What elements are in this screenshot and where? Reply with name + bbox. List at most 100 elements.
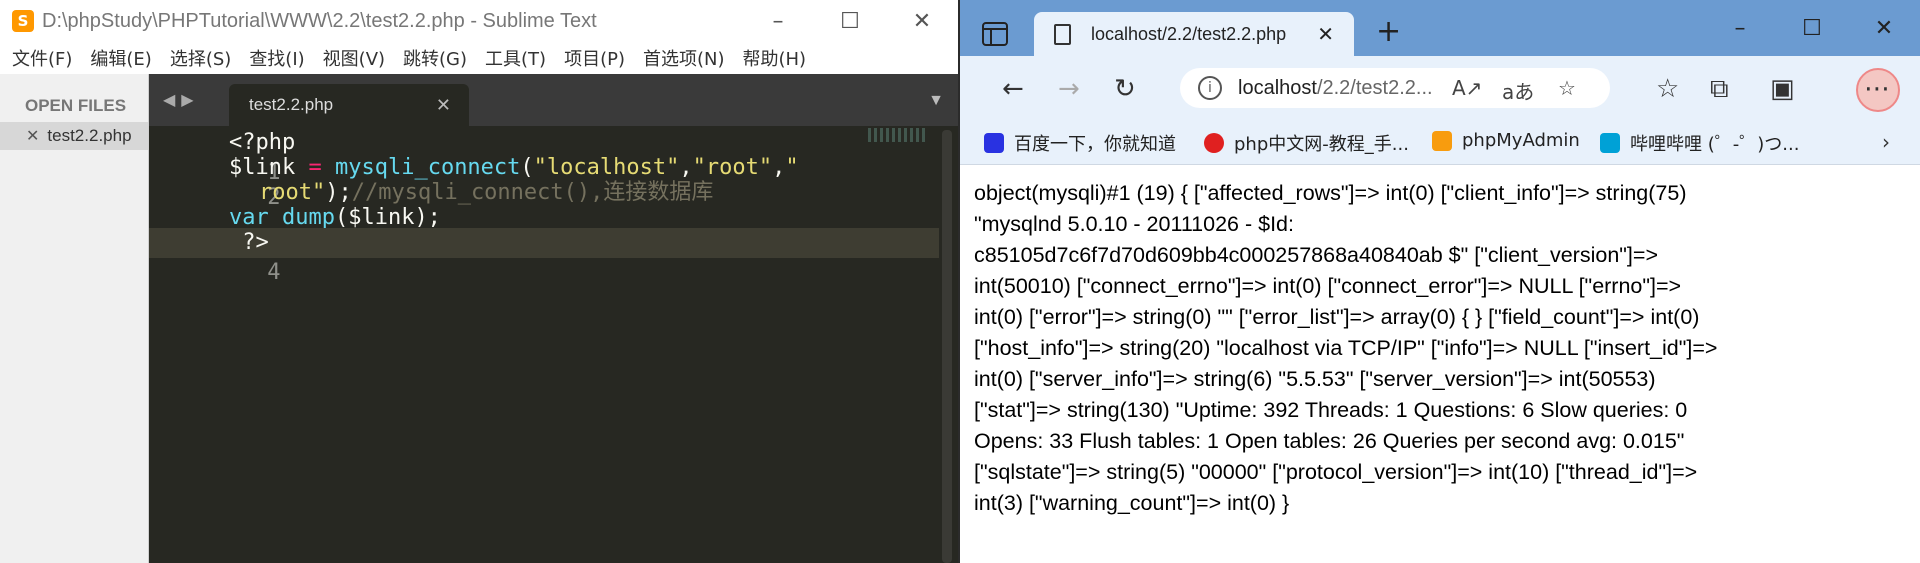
code-token: ); (325, 180, 352, 205)
open-files-header: OPEN FILES (25, 96, 127, 115)
output-line: ["stat"]=> string(130) "Uptime: 392 Thre… (974, 398, 1688, 422)
browser-toolbar: ← → ↻ i localhost/2.2/test2.2... A↗ aあ ☆… (960, 56, 1920, 120)
favorite-phpmyadmin[interactable]: phpMyAdmin (1432, 130, 1580, 151)
close-icon[interactable]: ✕ (1848, 0, 1920, 56)
maximize-icon[interactable]: ☐ (814, 0, 886, 42)
favorite-label: php中文网-教程_手... (1234, 134, 1409, 155)
favorite-baidu[interactable]: 百度一下，你就知道 (984, 130, 1176, 156)
code-token: $link (229, 155, 296, 180)
sublime-window: S D:\phpStudy\PHPTutorial\WWW\2.2\test2.… (0, 0, 958, 563)
menu-view[interactable]: 视图(V) (323, 45, 385, 71)
bilibili-icon (1600, 133, 1620, 153)
refresh-icon[interactable]: ↻ (1114, 74, 1136, 104)
tab-close-icon[interactable]: ✕ (436, 95, 451, 116)
code-token: , (679, 155, 693, 180)
url-host: localhost (1238, 76, 1317, 99)
menu-find[interactable]: 查找(I) (249, 45, 304, 71)
output-line: int(50010) ["connect_errno"]=> int(0) ["… (974, 274, 1682, 298)
page-icon (1054, 23, 1071, 45)
add-favorite-icon[interactable]: ☆ (1558, 76, 1576, 100)
code-token: "localhost" (533, 155, 680, 180)
minimize-icon[interactable]: – (1704, 0, 1776, 56)
collections-icon[interactable]: ⧉ (1710, 74, 1729, 105)
favorite-bilibili[interactable]: 哔哩哔哩 (゜-゜)つ... (1600, 130, 1799, 156)
code-comment: //mysqli_connect(),连接数据库 (351, 180, 714, 205)
favorite-php-cn[interactable]: php中文网-教程_手... (1204, 130, 1409, 156)
close-file-icon[interactable]: ✕ (26, 126, 39, 146)
favorites-icon[interactable]: ☆ (1656, 74, 1679, 104)
sublime-titlebar: S D:\phpStudy\PHPTutorial\WWW\2.2\test2.… (0, 0, 958, 42)
code-token: = (295, 155, 335, 180)
forward-icon[interactable]: → (1058, 74, 1080, 104)
sidebar-file-label: test2.2.php (47, 126, 132, 145)
tab-nav-arrows-icon[interactable]: ◀▶ (163, 90, 200, 110)
sidebar-file-item[interactable]: ✕ test2.2.php (0, 122, 148, 150)
browser-window-controls: – ☐ ✕ (1704, 0, 1920, 56)
output-line: ["host_info"]=> string(20) "localhost vi… (974, 336, 1718, 360)
menu-selection[interactable]: 选择(S) (170, 45, 231, 71)
favorites-bar: 百度一下，你就知道 php中文网-教程_手... phpMyAdmin 哔哩哔哩… (960, 120, 1920, 165)
tab-test2-2-php[interactable]: test2.2.php ✕ (229, 84, 469, 126)
url-path: /2.2/test2.2... (1316, 76, 1433, 99)
output-line: object(mysqli)#1 (19) { ["affected_rows"… (974, 181, 1687, 205)
close-icon[interactable]: ✕ (886, 0, 958, 42)
code-editor[interactable]: 1 <?php 2 $link = mysqli_connect("localh… (149, 126, 958, 563)
extensions-icon[interactable]: ▣ (1770, 74, 1795, 104)
menu-tools[interactable]: 工具(T) (485, 45, 546, 71)
tab-close-icon[interactable]: ✕ (1317, 22, 1334, 46)
minimize-icon[interactable]: – (742, 0, 814, 42)
browser-tab[interactable]: localhost/2.2/test2.2.php ✕ (1034, 12, 1354, 56)
code-token: ?> (229, 230, 269, 255)
output-line: int(3) ["warning_count"]=> int(0) } (974, 491, 1290, 515)
output-line: int(0) ["error"]=> string(0) "" ["error_… (974, 305, 1700, 329)
menu-preferences[interactable]: 首选项(N) (643, 45, 725, 71)
back-icon[interactable]: ← (1002, 74, 1024, 104)
code-token: root" (259, 180, 326, 205)
sublime-app-icon: S (12, 10, 34, 32)
sidebar: OPEN FILES ✕ test2.2.php (0, 74, 149, 563)
php-cn-icon (1204, 133, 1224, 153)
line-number: 4 (267, 260, 281, 285)
tab-menu-icon[interactable]: ▼ (928, 92, 944, 110)
browser-tabstrip: localhost/2.2/test2.2.php ✕ + – ☐ ✕ (960, 0, 1920, 56)
tab-actions-icon[interactable] (982, 22, 1008, 46)
output-line: Opens: 33 Flush tables: 1 Open tables: 2… (974, 429, 1685, 453)
site-info-icon[interactable]: i (1198, 76, 1222, 100)
menu-edit[interactable]: 编辑(E) (90, 45, 151, 71)
address-url: localhost/2.2/test2.2... (1238, 77, 1433, 100)
address-bar[interactable]: i localhost/2.2/test2.2... A↗ aあ ☆ (1180, 68, 1610, 108)
read-aloud-icon[interactable]: A↗ (1452, 76, 1482, 100)
code-token: ( (520, 155, 534, 180)
code-token: var_dump (229, 205, 335, 230)
code-token: "root" (692, 155, 773, 180)
output-line: "mysqlnd 5.0.10 - 20111026 - $Id: (974, 212, 1294, 236)
code-token: mysqli_connect (334, 155, 521, 180)
menubar: 文件(F) 编辑(E) 选择(S) 查找(I) 视图(V) 跳转(G) 工具(T… (0, 42, 958, 74)
browser-tab-title: localhost/2.2/test2.2.php (1091, 23, 1287, 44)
editor-scrollbar[interactable] (942, 130, 952, 563)
menu-file[interactable]: 文件(F) (12, 45, 72, 71)
code-token: ($link); (334, 205, 441, 230)
phpmyadmin-icon (1432, 130, 1452, 151)
output-line: int(0) ["server_info"]=> string(6) "5.5.… (974, 367, 1656, 391)
output-line: c85105d7c6f7d70d609bb4c000257868a40840ab… (974, 243, 1659, 267)
new-tab-icon[interactable]: + (1376, 14, 1401, 49)
favorite-label: phpMyAdmin (1462, 130, 1580, 151)
code-line-current: 4 ?> (149, 228, 939, 285)
menu-project[interactable]: 项目(P) (564, 45, 625, 71)
output-line: ["sqlstate"]=> string(5) "00000" ["proto… (974, 460, 1698, 484)
menu-goto[interactable]: 跳转(G) (403, 45, 467, 71)
favorite-label: 哔哩哔哩 (゜-゜)つ... (1630, 134, 1800, 155)
chevron-right-icon[interactable]: › (1882, 130, 1890, 154)
more-menu-icon[interactable]: ⋯ (1864, 74, 1890, 104)
window-controls: – ☐ ✕ (742, 0, 958, 42)
code-token: <?php (229, 130, 296, 155)
translate-icon[interactable]: aあ (1502, 76, 1534, 105)
editor-tabbar: ◀▶ test2.2.php ✕ ▼ (149, 74, 958, 126)
favorite-label: 百度一下，你就知道 (1014, 134, 1176, 155)
window-title: D:\phpStudy\PHPTutorial\WWW\2.2\test2.2.… (42, 9, 597, 32)
code-token: , (772, 155, 786, 180)
maximize-icon[interactable]: ☐ (1776, 0, 1848, 56)
browser-window: localhost/2.2/test2.2.php ✕ + – ☐ ✕ ← → … (960, 0, 1920, 563)
menu-help[interactable]: 帮助(H) (743, 45, 807, 71)
